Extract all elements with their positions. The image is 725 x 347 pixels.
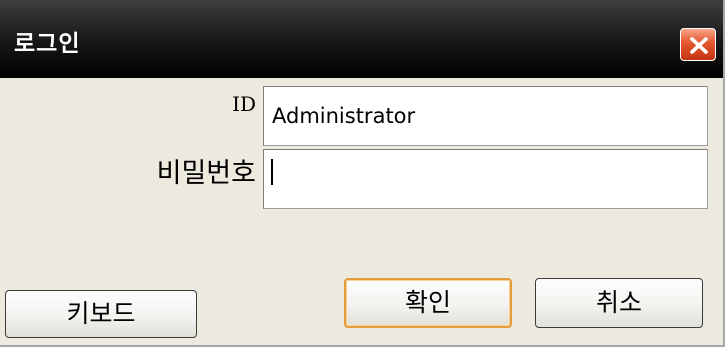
password-input[interactable] xyxy=(263,149,708,209)
close-icon xyxy=(690,37,708,54)
id-input[interactable] xyxy=(263,86,708,146)
keyboard-button[interactable]: 키보드 xyxy=(5,290,197,338)
cancel-button[interactable]: 취소 xyxy=(535,278,703,328)
password-label: 비밀번호 xyxy=(156,158,256,189)
close-button[interactable] xyxy=(680,28,716,61)
ok-button[interactable]: 확인 xyxy=(344,278,512,328)
title-bar[interactable]: 로그인 xyxy=(0,0,723,78)
window-title: 로그인 xyxy=(14,31,81,57)
id-label: ID xyxy=(232,92,256,116)
text-caret xyxy=(271,159,273,185)
login-dialog: 로그인 ID 비밀번호 키보드 확인 취소 xyxy=(0,0,725,347)
